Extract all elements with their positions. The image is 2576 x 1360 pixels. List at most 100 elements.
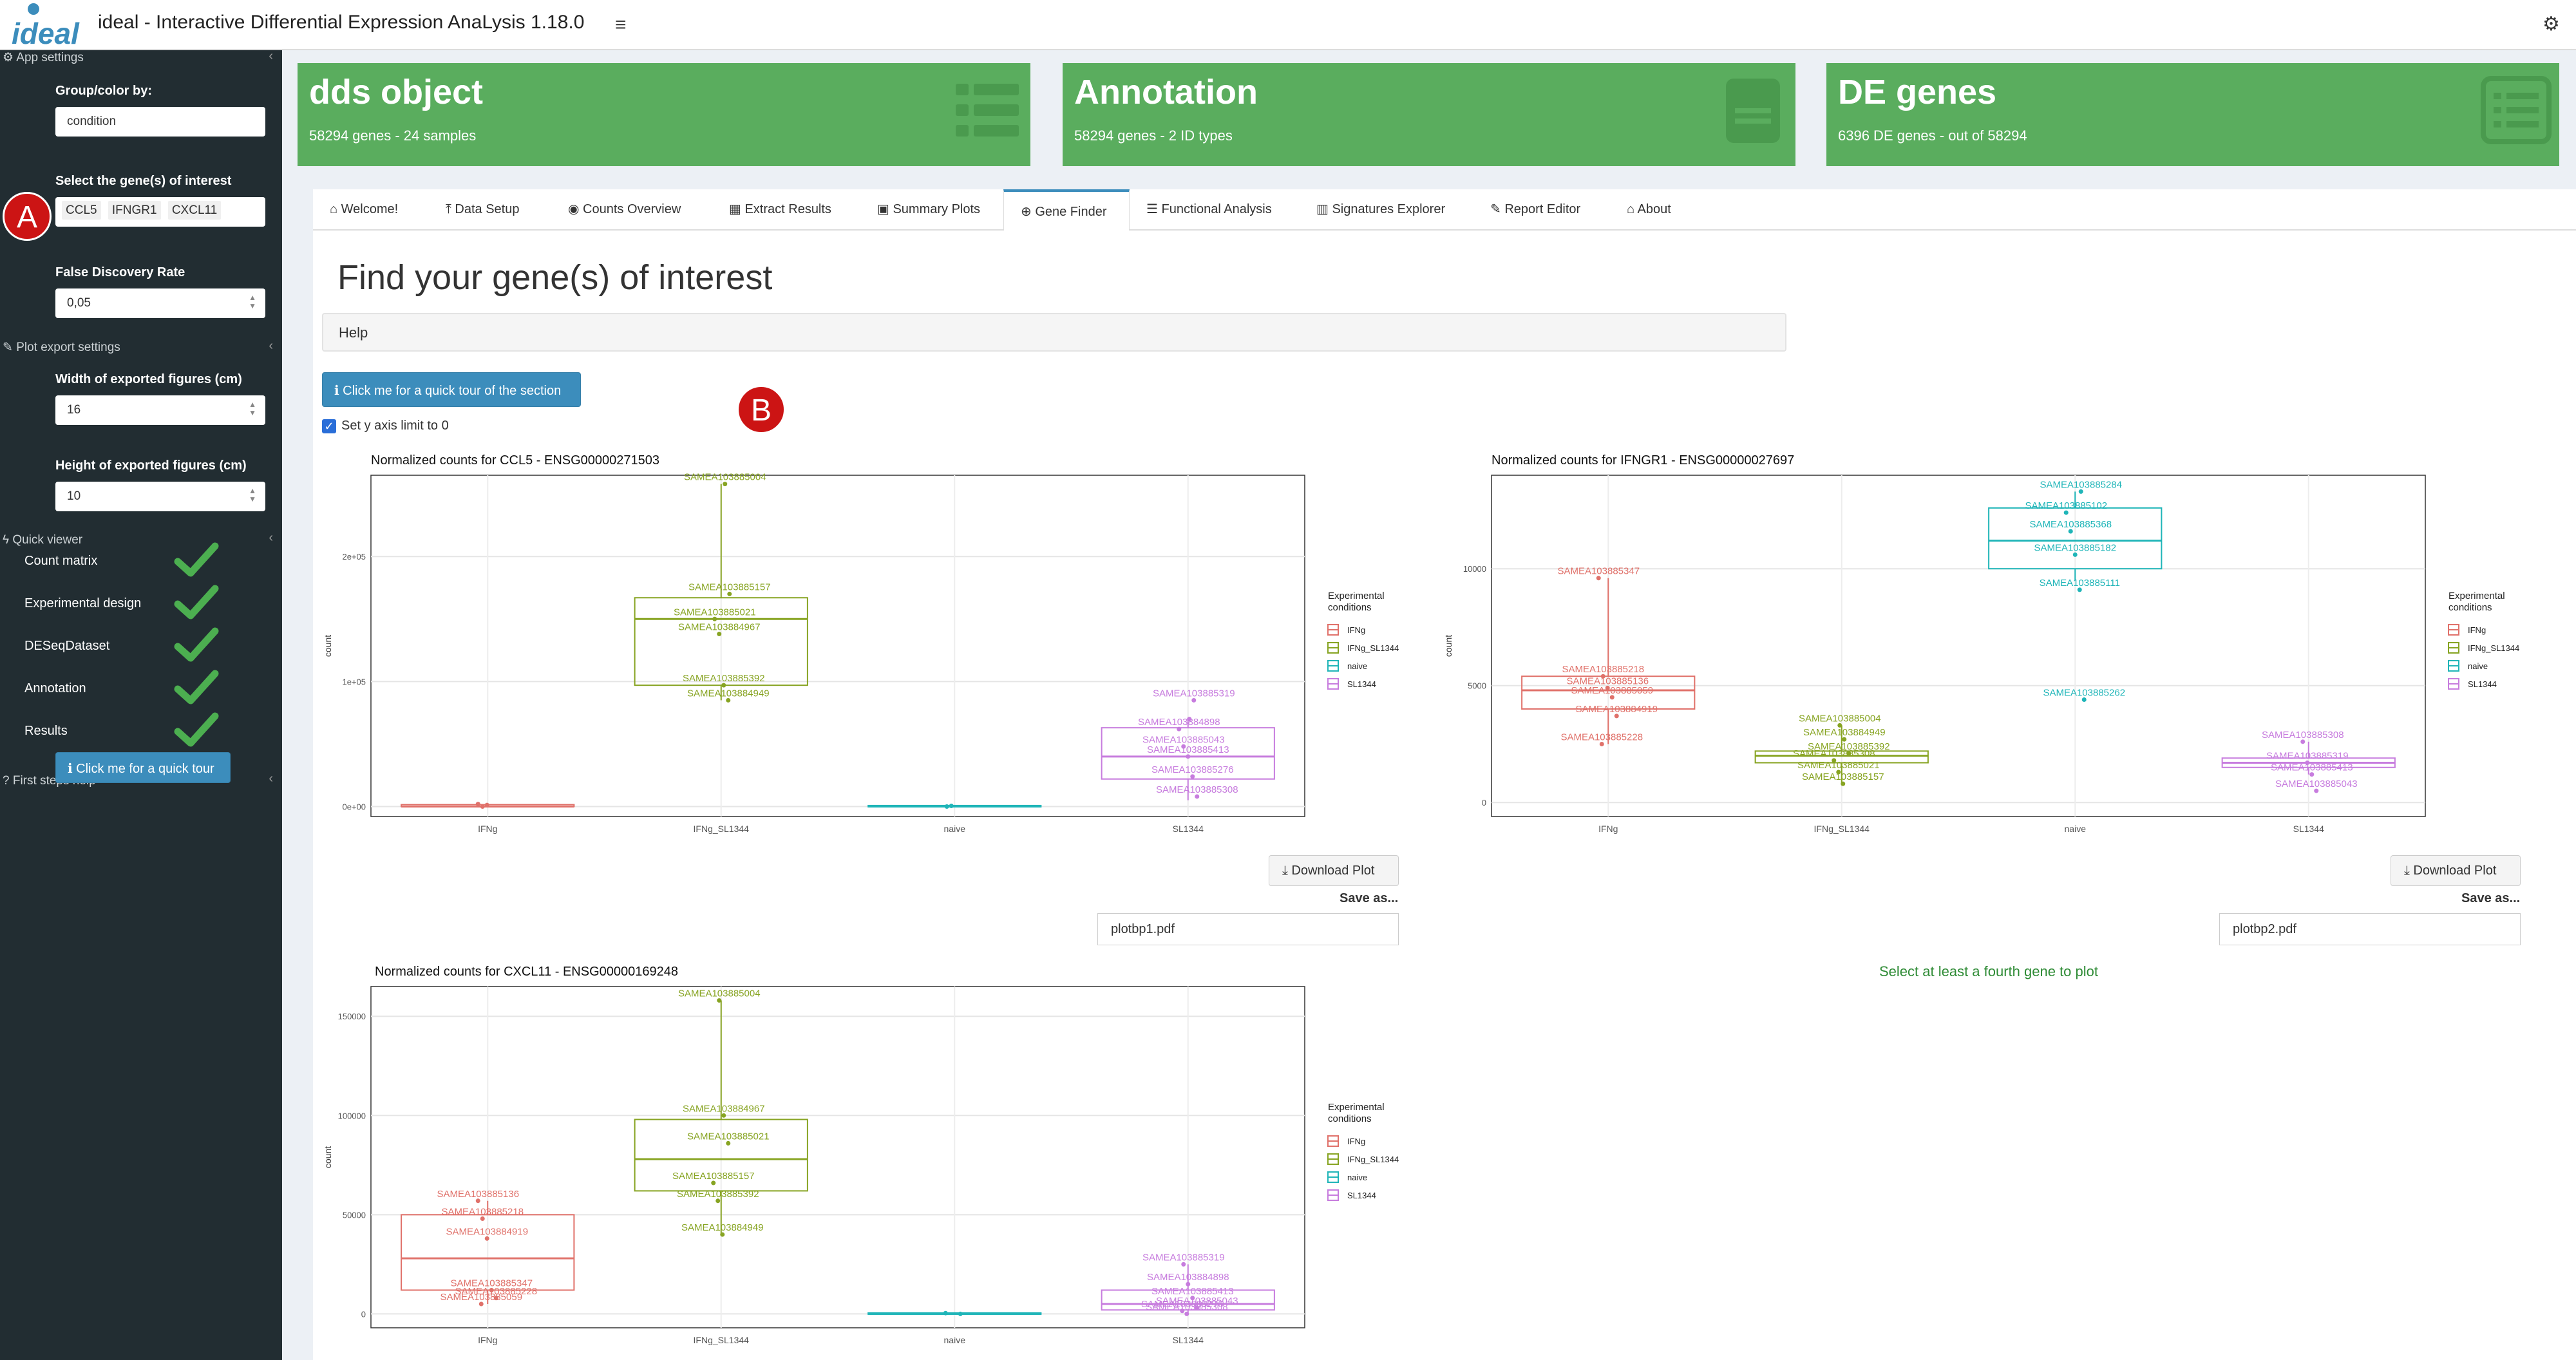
genes-select[interactable]: CCL5 IFNGR1 CXCL11 <box>55 197 265 227</box>
point-label: SAMEA103885228 <box>1560 732 1643 742</box>
legend-title: conditions <box>1328 1113 1372 1124</box>
y-tick-label: 100000 <box>338 1111 366 1120</box>
plot2-title: Normalized counts for IFNGR1 - ENSG00000… <box>1492 453 1795 468</box>
book-icon <box>1726 79 1780 143</box>
y-axis-label: count <box>323 635 333 657</box>
group-by-select[interactable]: condition <box>55 107 265 137</box>
tab-about[interactable]: ⌂ About <box>1610 189 1700 229</box>
sidebar-tour-button[interactable]: ℹ Click me for a quick tour <box>55 752 231 783</box>
valuebox-title: dds object <box>309 73 484 111</box>
height-input[interactable]: 10 ▲ ▼ <box>55 482 265 511</box>
gene-tag-ifngr1[interactable]: IFNGR1 <box>108 201 161 220</box>
x-tick-label: SL1344 <box>2293 824 2324 834</box>
point-label: SAMEA103884898 <box>1138 717 1220 728</box>
app-header: ideal ideal - Interactive Differential E… <box>0 0 2576 50</box>
tab-welcome[interactable]: ⌂ Welcome! <box>313 189 429 229</box>
fdr-label: False Discovery Rate <box>55 265 185 279</box>
y-axis-label: count <box>323 1146 333 1168</box>
help-collapsible[interactable]: Help <box>322 313 1786 352</box>
chevron-left-icon[interactable]: ‹ <box>269 771 273 786</box>
point-label: SAMEA103885102 <box>2025 500 2107 511</box>
settings-gear-icon[interactable]: ⚙ <box>2543 13 2560 35</box>
point-label: SAMEA103885368 <box>2029 519 2112 530</box>
y-tick-label: 1e+05 <box>342 677 366 686</box>
chevron-left-icon[interactable]: ‹ <box>269 339 273 354</box>
download-plot2-button[interactable]: ⤓ Download Plot <box>2391 855 2521 886</box>
height-value: 10 <box>67 489 81 503</box>
home-icon: ⌂ <box>330 202 341 216</box>
tab-extract-results[interactable]: ▦ Extract Results <box>712 189 860 229</box>
tab-gene-finder[interactable]: ⊕ Gene Finder <box>1003 189 1130 231</box>
point-label: SAMEA103885059 <box>1571 685 1653 696</box>
pencil-icon: ✎ <box>1490 202 1505 216</box>
y-tick-label: 0 <box>361 1309 366 1319</box>
y-tick-label: 50000 <box>343 1210 366 1220</box>
data-point <box>475 802 480 807</box>
legend-item: SL1344 <box>2468 679 2497 689</box>
save-as-label: Save as... <box>1340 891 1399 905</box>
info-icon: ℹ <box>68 762 77 776</box>
legend-item: IFNg <box>1347 1137 1365 1146</box>
point-label: SAMEA103885284 <box>2040 479 2122 490</box>
legend-item: IFNg_SL1344 <box>1347 643 1399 653</box>
gene-tag-ccl5[interactable]: CCL5 <box>62 201 101 220</box>
sidebar-toggle-icon[interactable]: ≡ <box>615 14 627 36</box>
tab-functional-analysis[interactable]: ☰ Functional Analysis <box>1130 189 1300 229</box>
valuebox-title: DE genes <box>1838 73 1997 111</box>
tab-signatures-explorer[interactable]: ▥ Signatures Explorer <box>1300 189 1473 229</box>
x-tick-label: naive <box>944 1335 966 1345</box>
gene-tag-cxcl11[interactable]: CXCL11 <box>167 201 222 220</box>
point-label: SAMEA103885347 <box>1557 566 1640 577</box>
legend-item: SL1344 <box>1347 1191 1376 1200</box>
section-tour-button[interactable]: ℹ Click me for a quick tour of the secti… <box>322 372 581 407</box>
legend-title: Experimental <box>1328 590 1385 601</box>
sidebar: ⚙ App settings Group/color by: condition… <box>0 49 282 1360</box>
chevron-left-icon[interactable]: ‹ <box>269 49 273 64</box>
fdr-input[interactable]: 0,05 ▲ ▼ <box>55 288 265 318</box>
legend-item: naive <box>1347 661 1367 671</box>
legend-item: naive <box>1347 1173 1367 1182</box>
point-label: SAMEA103885182 <box>2034 542 2116 553</box>
qv-count-matrix: Count matrix <box>24 554 98 568</box>
legend-title: conditions <box>1328 602 1372 613</box>
spinner-icon[interactable]: ▲ ▼ <box>249 294 256 310</box>
spinner-icon[interactable]: ▲ ▼ <box>249 487 256 504</box>
ylim-checkbox[interactable]: ✓ Set y axis limit to 0 <box>322 419 449 433</box>
genes-label: Select the gene(s) of interest <box>55 174 232 188</box>
eye-icon: ◉ <box>568 202 583 216</box>
chevron-left-icon[interactable]: ‹ <box>269 531 273 545</box>
y-tick-label: 10000 <box>1463 564 1486 574</box>
filename2-input[interactable]: plotbp2.pdf <box>2219 913 2521 945</box>
plot1-title: Normalized counts for CCL5 - ENSG0000027… <box>371 453 660 468</box>
list-alt-icon <box>2481 76 2552 144</box>
app-settings-header[interactable]: ⚙ App settings <box>3 50 84 65</box>
quick-viewer-header[interactable]: ϟ Quick viewer <box>3 533 82 547</box>
point-label: SAMEA103885218 <box>1562 664 1644 675</box>
valuebox-dds: dds object 58294 genes - 24 samples <box>298 63 1030 166</box>
point-label: SAMEA103885308 <box>1793 748 1875 759</box>
point-label: SAMEA103885043 <box>2275 779 2358 789</box>
tab-data-setup[interactable]: ⤒ Data Setup <box>429 189 551 229</box>
tab-counts-overview[interactable]: ◉ Counts Overview <box>551 189 712 229</box>
spinner-icon[interactable]: ▲ ▼ <box>249 401 256 417</box>
x-tick-label: IFNg_SL1344 <box>694 1335 750 1345</box>
width-input[interactable]: 16 ▲ ▼ <box>55 395 265 425</box>
point-label: SAMEA103884949 <box>687 688 770 699</box>
filename1-input[interactable]: plotbp1.pdf <box>1097 913 1399 945</box>
download-plot1-button[interactable]: ⤓ Download Plot <box>1269 855 1399 886</box>
info-icon: ℹ <box>334 384 343 398</box>
plot-export-header[interactable]: ✎ Plot export settings <box>3 340 120 355</box>
point-label: SAMEA103885392 <box>677 1189 759 1200</box>
tab-report-editor[interactable]: ✎ Report Editor <box>1473 189 1610 229</box>
tab-summary-plots[interactable]: ▣ Summary Plots <box>860 189 1003 229</box>
qv-experimental-design: Experimental design <box>24 596 142 610</box>
point-label: SAMEA103885004 <box>678 988 761 999</box>
qv-results: Results <box>24 724 68 738</box>
fdr-value: 0,05 <box>67 296 91 310</box>
group-by-value: condition <box>67 115 117 128</box>
legend-item: naive <box>2468 661 2488 671</box>
point-label: SAMEA103885111 <box>2040 578 2120 589</box>
point-label: SAMEA103885218 <box>441 1207 524 1218</box>
point-label: SAMEA103884919 <box>1575 704 1658 715</box>
height-label: Height of exported figures (cm) <box>55 458 247 473</box>
